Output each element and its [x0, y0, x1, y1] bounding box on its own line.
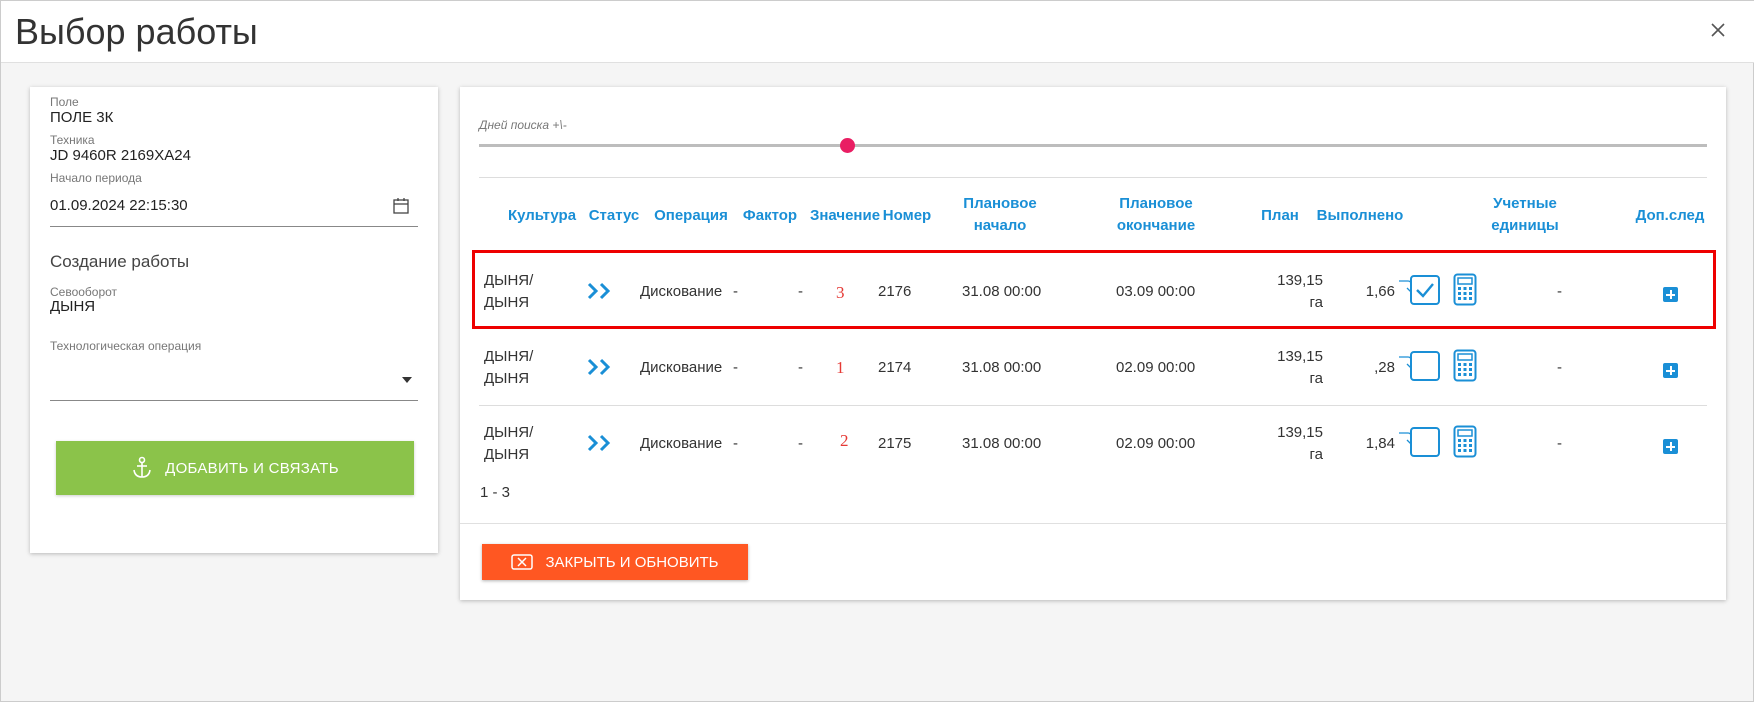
row-number: 2174 — [878, 359, 912, 376]
operation-label: Технологическая операция — [50, 339, 202, 353]
search-days-slider-thumb[interactable] — [839, 138, 855, 153]
row-plan-start: 31.08 00:00 — [962, 359, 1042, 376]
tech-label: Техника — [50, 133, 95, 147]
header-extra: Доп.след — [1635, 207, 1705, 224]
row-done: 1,84 — [1365, 435, 1395, 452]
row-plan-end: 02.09 00:00 — [1116, 435, 1196, 452]
row-plan-unit: га — [1309, 294, 1323, 311]
row-culture-line1: ДЫНЯ/ — [484, 348, 534, 365]
row-factor: - — [733, 435, 738, 452]
row-plan-value: 139,15 — [1277, 348, 1323, 365]
modal-title: Выбор работы — [15, 11, 258, 52]
row-checkbox[interactable] — [1410, 427, 1440, 457]
row-units: - — [1557, 359, 1562, 376]
create-work-panel: Поле ПОЛЕ 3К Техника JD 9460R 2169ХА24 Н… — [30, 87, 438, 553]
row-checkbox[interactable] — [1410, 351, 1440, 381]
header-culture: Культура — [507, 207, 577, 224]
row-done: ,28 — [1374, 359, 1395, 376]
row-annotation-number: 1 — [836, 358, 845, 377]
header-plan-start-line1: Плановое — [963, 195, 1037, 212]
rotation-value: ДЫНЯ — [50, 298, 96, 315]
row-culture-line1: ДЫНЯ/ — [484, 424, 534, 441]
row-number: 2175 — [878, 435, 912, 452]
row-operation: Дискование — [640, 283, 723, 300]
calculator-icon[interactable] — [1453, 425, 1477, 458]
row-units: - — [1557, 283, 1562, 300]
period-input-underline — [50, 226, 418, 227]
calculator-icon[interactable] — [1453, 273, 1477, 306]
close-button[interactable] — [1707, 19, 1729, 41]
row-units: - — [1557, 435, 1562, 452]
row-number: 2176 — [878, 283, 912, 300]
checkmark-icon — [1416, 283, 1434, 298]
row-operation: Дискование — [640, 359, 723, 376]
row-operation: Дискование — [640, 435, 723, 452]
row-culture-line2: ДЫНЯ — [484, 370, 530, 387]
row-checkbox[interactable] — [1410, 275, 1440, 305]
pagination-info: 1 - 3 — [480, 484, 511, 501]
status-forward-icon[interactable] — [586, 433, 614, 453]
row-plan-value: 139,15 — [1277, 424, 1323, 441]
close-icon — [1711, 23, 1725, 37]
create-work-title: Создание работы — [50, 252, 190, 271]
works-table-panel: Дней поиска +\- Культура Статус Операция… — [460, 87, 1726, 600]
footer-divider — [460, 523, 1726, 524]
row-factor: - — [733, 283, 738, 300]
row-done: 1,66 — [1365, 283, 1395, 300]
operation-select[interactable] — [50, 367, 390, 389]
row-culture-line2: ДЫНЯ — [484, 294, 530, 311]
status-forward-icon[interactable] — [586, 281, 614, 301]
row-value: - — [798, 283, 803, 300]
field-value: ПОЛЕ 3К — [50, 109, 114, 126]
header-units-line2: единицы — [1491, 217, 1559, 234]
plus-icon[interactable] — [1663, 439, 1678, 454]
header-operation: Операция — [654, 207, 728, 224]
calendar-icon[interactable] — [392, 197, 410, 215]
row-plan-unit: га — [1309, 446, 1323, 463]
add-and-link-button[interactable]: ДОБАВИТЬ И СВЯЗАТЬ — [56, 441, 414, 495]
field-label: Поле — [50, 95, 79, 109]
header-plan-end-line2: окончание — [1116, 217, 1196, 234]
period-label: Начало периода — [50, 171, 142, 185]
chevron-down-icon[interactable] — [402, 377, 412, 383]
close-and-refresh-button[interactable]: ЗАКРЫТЬ И ОБНОВИТЬ — [482, 544, 748, 580]
calculator-icon[interactable] — [1453, 349, 1477, 382]
row-annotation-number: 2 — [840, 431, 849, 450]
rotation-label: Севооборот — [50, 285, 118, 299]
row-plan-end: 03.09 00:00 — [1116, 283, 1196, 300]
row-value: - — [798, 359, 803, 376]
search-days-slider-track[interactable] — [479, 144, 1707, 147]
row-plan-start: 31.08 00:00 — [962, 283, 1042, 300]
row-plan-start: 31.08 00:00 — [962, 435, 1042, 452]
header-units-line1: Учетные — [1493, 195, 1557, 212]
header-divider — [479, 177, 1707, 178]
header-plan-start-line2: начало — [973, 217, 1027, 234]
header-number: Номер — [882, 207, 932, 224]
plus-icon[interactable] — [1663, 363, 1678, 378]
modal-header: Выбор работы — [1, 1, 1754, 63]
row-annotation-number: 3 — [836, 283, 845, 302]
row-plan-end: 02.09 00:00 — [1116, 359, 1196, 376]
close-and-refresh-label: ЗАКРЫТЬ И ОБНОВИТЬ — [545, 553, 719, 571]
row-value: - — [798, 435, 803, 452]
add-and-link-label: ДОБАВИТЬ И СВЯЗАТЬ — [165, 459, 339, 477]
close-box-icon — [511, 554, 534, 570]
row-plan-value: 139,15 — [1277, 272, 1323, 289]
row-culture-line1: ДЫНЯ/ — [484, 272, 534, 289]
row-factor: - — [733, 359, 738, 376]
tech-value: JD 9460R 2169ХА24 — [50, 147, 191, 164]
header-plan-end-line1: Плановое — [1119, 195, 1193, 212]
work-selection-modal: Выбор работы Поле ПОЛЕ 3К Техника JD 946… — [0, 0, 1754, 702]
plus-icon[interactable] — [1663, 287, 1678, 302]
search-days-label: Дней поиска +\- — [479, 118, 567, 132]
row-culture-line2: ДЫНЯ — [484, 446, 530, 463]
row-divider — [479, 405, 1707, 406]
status-forward-icon[interactable] — [586, 357, 614, 377]
row-plan-unit: га — [1309, 370, 1323, 387]
operation-select-underline — [50, 400, 418, 401]
period-input[interactable]: 01.09.2024 22:15:30 — [50, 197, 188, 214]
header-done: Выполнено — [1316, 207, 1404, 224]
header-status: Статус — [588, 207, 640, 224]
anchor-icon — [133, 456, 151, 478]
